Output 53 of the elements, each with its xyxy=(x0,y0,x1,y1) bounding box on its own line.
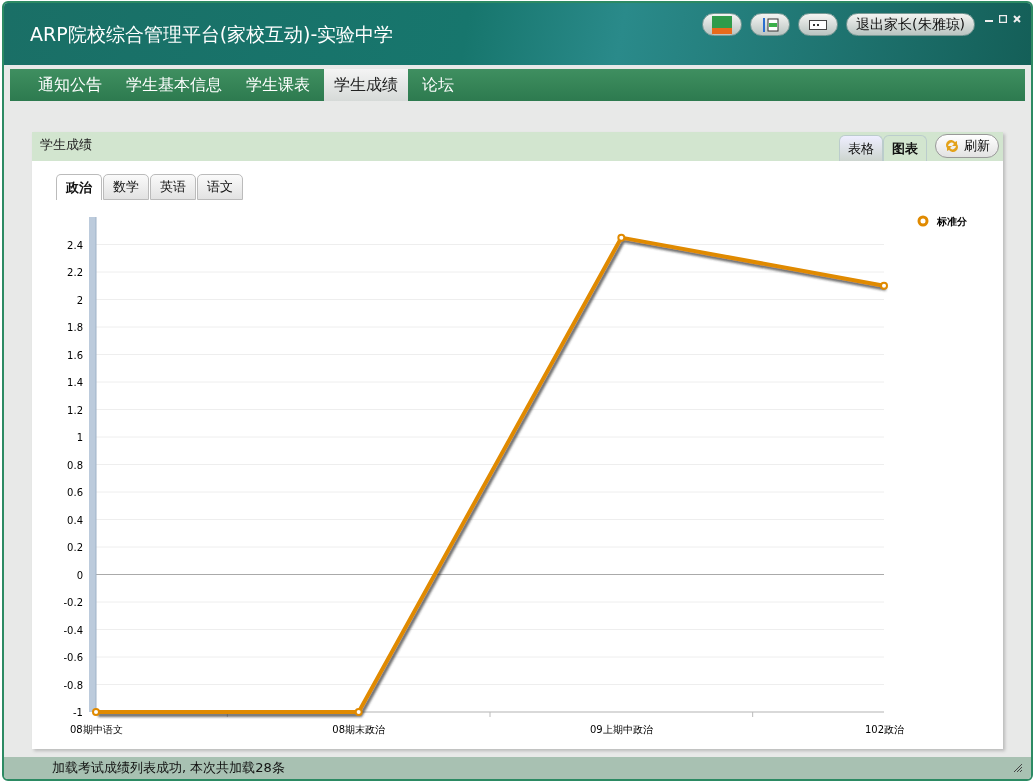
y-tick-label: -0.2 xyxy=(63,597,83,608)
resize-grip-icon[interactable] xyxy=(1013,763,1023,773)
y-tick-label: 1.2 xyxy=(67,404,83,416)
x-category-label: 08期末政治 xyxy=(332,724,386,735)
nav-tab[interactable]: 学生课表 xyxy=(236,69,320,101)
y-tick-label: 0 xyxy=(76,569,83,581)
nav-tab[interactable]: 学生成绩 xyxy=(324,69,408,101)
y-tick-label: 0.6 xyxy=(67,487,83,498)
logo-icon xyxy=(712,15,733,34)
data-point xyxy=(880,281,888,290)
y-tick-label: -0.8 xyxy=(63,679,83,691)
app-logo-button[interactable] xyxy=(702,13,743,36)
x-category-label: 102政治 xyxy=(864,724,904,735)
y-tick-label: -0.6 xyxy=(63,652,83,663)
keyboard-icon xyxy=(809,19,828,30)
nav-tab[interactable]: 通知公告 xyxy=(28,69,112,101)
refresh-button[interactable]: 刷新 xyxy=(935,134,999,158)
y-tick-label: 0.4 xyxy=(67,514,83,526)
subject-tab[interactable]: 政治 xyxy=(56,174,102,200)
y-tick-label: 0.8 xyxy=(67,459,83,471)
keyboard-button[interactable] xyxy=(798,13,839,36)
y-tick-label: 1 xyxy=(76,432,83,443)
x-category-label: 09上期中政治 xyxy=(589,724,653,735)
y-tick-label: 1.4 xyxy=(67,377,83,388)
y-tick-label: 1.8 xyxy=(67,322,83,333)
logout-button[interactable]: 退出家长(朱雅琼) xyxy=(846,13,975,36)
subject-tab[interactable]: 数学 xyxy=(103,174,149,200)
y-tick-label: 0.2 xyxy=(67,542,83,553)
y-tick-label: 2 xyxy=(76,294,83,306)
subject-tab[interactable]: 语文 xyxy=(197,174,243,200)
subject-tab[interactable]: 英语 xyxy=(150,174,196,200)
nav-tab[interactable]: 论坛 xyxy=(412,69,464,101)
data-point xyxy=(92,708,100,716)
refresh-icon xyxy=(944,138,960,154)
legend-label: 标准分 xyxy=(937,216,967,227)
y-tick-label: -1 xyxy=(73,707,83,718)
y-tick-label: 2.4 xyxy=(67,239,83,251)
y-tick-label: -0.4 xyxy=(63,624,83,636)
maximize-icon[interactable] xyxy=(999,15,1007,23)
y-tick-label: 2.2 xyxy=(67,267,83,278)
view-tab[interactable]: 表格 xyxy=(839,135,883,161)
close-icon[interactable] xyxy=(1013,15,1021,23)
list-icon xyxy=(761,16,780,33)
data-point xyxy=(354,708,363,716)
x-category-label: 08期中语文 xyxy=(70,724,123,735)
y-tick-label: 1.6 xyxy=(67,349,83,361)
data-point xyxy=(617,233,626,242)
window-title: ARP院校综合管理平台(家校互动)-实验中学 xyxy=(30,22,395,47)
list-button[interactable] xyxy=(750,13,791,36)
status-text: 加载考试成绩列表成功, 本次共加载28条 xyxy=(52,759,286,777)
panel-title: 学生成绩 xyxy=(40,136,93,154)
view-tab[interactable]: 图表 xyxy=(883,135,927,161)
nav-tab[interactable]: 学生基本信息 xyxy=(116,69,232,101)
